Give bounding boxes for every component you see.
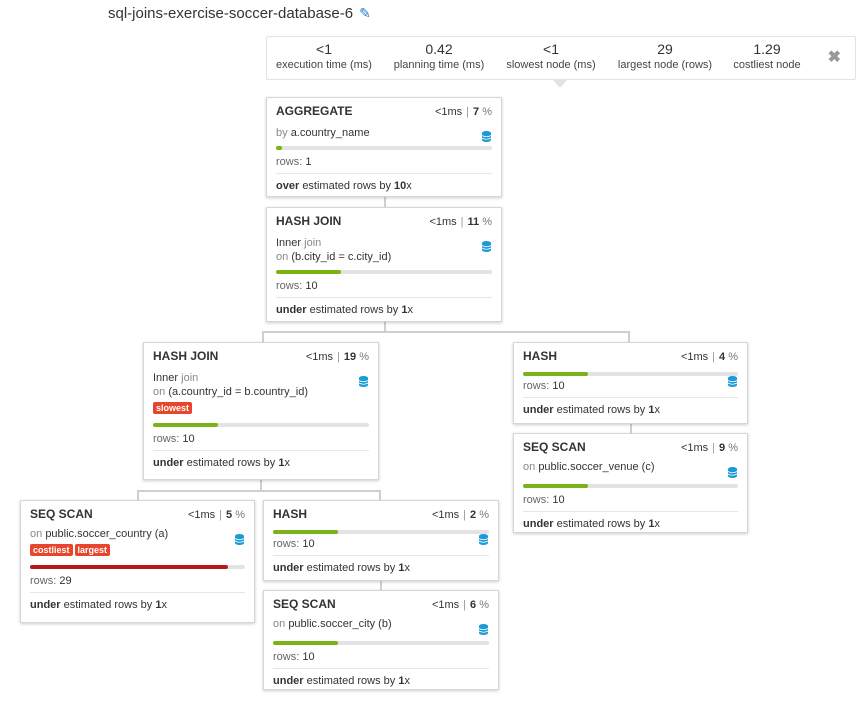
database-icon — [479, 534, 488, 545]
node-estimate: over estimated rows by 10x — [276, 180, 412, 192]
database-icon — [728, 376, 737, 387]
node-bar-fill — [153, 423, 218, 427]
node-timing: <1ms | 19 % — [305, 351, 369, 363]
node-name: HASH JOIN — [276, 214, 342, 228]
database-icon — [235, 534, 244, 545]
largest-badge: largest — [74, 544, 111, 556]
node-tags: costliest largest — [30, 544, 245, 556]
node-timing: <1ms | 7 % — [434, 106, 492, 118]
node-estimate: under estimated rows by 1x — [523, 404, 660, 416]
node-description: on public.soccer_city (b) — [273, 618, 392, 630]
node-tags: slowest — [153, 402, 369, 414]
node-bar — [273, 530, 489, 534]
node-rows: rows: 10 — [273, 538, 489, 556]
slowest-badge: slowest — [153, 402, 193, 414]
node-description: on public.soccer_country (a) — [30, 528, 169, 540]
database-icon — [482, 241, 491, 252]
node-bar — [523, 372, 738, 376]
database-icon — [728, 467, 737, 478]
node-estimate: under estimated rows by 1x — [273, 562, 410, 574]
node-estimate: under estimated rows by 1x — [273, 675, 410, 687]
node-bar — [30, 565, 245, 569]
node-bar — [153, 423, 369, 427]
node-bar-fill — [273, 530, 338, 534]
node-timing: <1ms | 4 % — [680, 351, 738, 363]
node-bar — [276, 270, 492, 274]
costliest-badge: costliest — [30, 544, 73, 556]
node-name: SEQ SCAN — [273, 597, 336, 611]
plan-node-hash[interactable]: HASH <1ms | 2 % rows: 10 under estimated r… — [263, 500, 499, 581]
node-rows: rows: 10 — [523, 380, 738, 398]
plan-node-seq-scan[interactable]: SEQ SCAN <1ms | 6 % on public.soccer_city … — [263, 590, 499, 690]
node-bar-fill — [30, 565, 228, 569]
node-bar-fill — [276, 270, 341, 274]
node-estimate: under estimated rows by 1x — [153, 457, 290, 469]
node-rows: rows: 29 — [30, 575, 245, 593]
node-name: SEQ SCAN — [30, 507, 93, 521]
node-name: HASH JOIN — [153, 349, 219, 363]
node-timing: <1ms | 5 % — [187, 509, 245, 521]
node-rows: rows: 10 — [273, 651, 489, 669]
node-timing: <1ms | 11 % — [429, 216, 492, 228]
node-estimate: under estimated rows by 1x — [276, 304, 413, 316]
node-estimate: under estimated rows by 1x — [30, 599, 167, 611]
node-timing: <1ms | 6 % — [431, 599, 489, 611]
plan-node-hash-join[interactable]: HASH JOIN <1ms | 19 % Inner join on (a.coun… — [143, 342, 379, 480]
plan-node-seq-scan[interactable]: SEQ SCAN <1ms | 9 % on public.soccer_venue… — [513, 433, 748, 533]
database-icon — [482, 131, 491, 142]
plan-node-seq-scan[interactable]: SEQ SCAN <1ms | 5 % on public.soccer_count… — [20, 500, 255, 623]
node-rows: rows: 10 — [276, 280, 492, 298]
node-description: on public.soccer_venue (c) — [523, 461, 655, 473]
node-name: HASH — [273, 507, 308, 521]
plan-node-hash-join[interactable]: HASH JOIN <1ms | 11 % Inner join on (b.city… — [266, 207, 502, 322]
node-rows: rows: 10 — [153, 433, 369, 451]
plan-node-aggregate[interactable]: AGGREGATE <1ms | 7 % by a.country_name row… — [266, 97, 502, 197]
node-bar-fill — [523, 484, 588, 488]
node-bar — [276, 146, 492, 150]
node-rows: rows: 10 — [523, 494, 738, 512]
node-description: Inner join on (a.country_id = b.country_i… — [153, 372, 309, 398]
node-bar-fill — [523, 372, 588, 376]
node-timing: <1ms | 9 % — [680, 442, 738, 454]
node-timing: <1ms | 2 % — [431, 509, 489, 521]
node-bar — [523, 484, 738, 488]
node-estimate: under estimated rows by 1x — [523, 518, 660, 530]
node-name: AGGREGATE — [276, 104, 353, 118]
node-bar-fill — [276, 146, 283, 150]
database-icon — [359, 376, 368, 387]
node-rows: rows: 1 — [276, 156, 492, 174]
plan-node-hash[interactable]: HASH <1ms | 4 % rows: 10 under estimated r… — [513, 342, 748, 424]
node-name: SEQ SCAN — [523, 440, 586, 454]
node-description: Inner join on (b.city_id = c.city_id) — [276, 237, 392, 263]
node-bar — [273, 641, 489, 645]
node-name: HASH — [523, 349, 558, 363]
database-icon — [479, 624, 488, 635]
node-bar-fill — [273, 641, 338, 645]
node-description: by a.country_name — [276, 127, 370, 139]
